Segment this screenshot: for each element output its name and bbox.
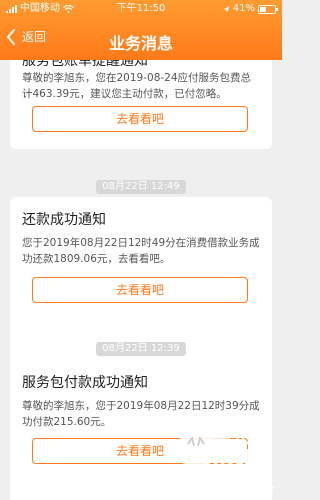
battery-fill — [260, 6, 266, 12]
black-cat-watermark: 黑猫 BLACK CAT — [176, 426, 276, 496]
watermark-text: BLACK CAT — [205, 485, 276, 496]
message-feed[interactable]: 服务包账单提醒通知 尊敬的李旭东，您在2019-08-24应付服务包费总计463… — [0, 60, 282, 500]
battery-percent: 41% — [232, 3, 255, 14]
watermark-chars: 黑猫 — [204, 436, 264, 471]
message-title: 还款成功通知 — [22, 212, 106, 228]
timestamp: 08月22日 12:49 — [96, 180, 186, 194]
timestamp-divider: 08月22日 12:49 — [0, 174, 282, 194]
navigation-bar: 返回 业务消息 — [0, 22, 282, 58]
message-title: 服务包账单提醒通知 — [22, 60, 148, 69]
app-header: 中国移动 下午11:50 41% 返回 业务消息 — [0, 0, 282, 60]
message-body: 尊敬的李旭东，您在2019-08-24应付服务包费总计463.39元，建议您主动… — [22, 72, 252, 100]
location-arrow-icon — [223, 6, 230, 12]
battery-icon — [258, 4, 278, 14]
timestamp-divider: 08月22日 12:39 — [0, 336, 282, 356]
view-details-button[interactable]: 去看看吧 — [32, 106, 248, 132]
status-bar: 中国移动 下午11:50 41% — [0, 0, 282, 18]
timestamp: 08月22日 12:39 — [96, 342, 186, 356]
message-title: 服务包付款成功通知 — [22, 375, 148, 391]
view-details-button[interactable]: 去看看吧 — [32, 277, 248, 303]
message-body: 您于2019年08月22日12时49分在消费借款业务成功还款1809.06元，去… — [22, 237, 260, 265]
page-title: 业务消息 — [108, 34, 173, 53]
message-card: 服务包账单提醒通知 尊敬的李旭东，您在2019-08-24应付服务包费总计463… — [10, 60, 272, 149]
